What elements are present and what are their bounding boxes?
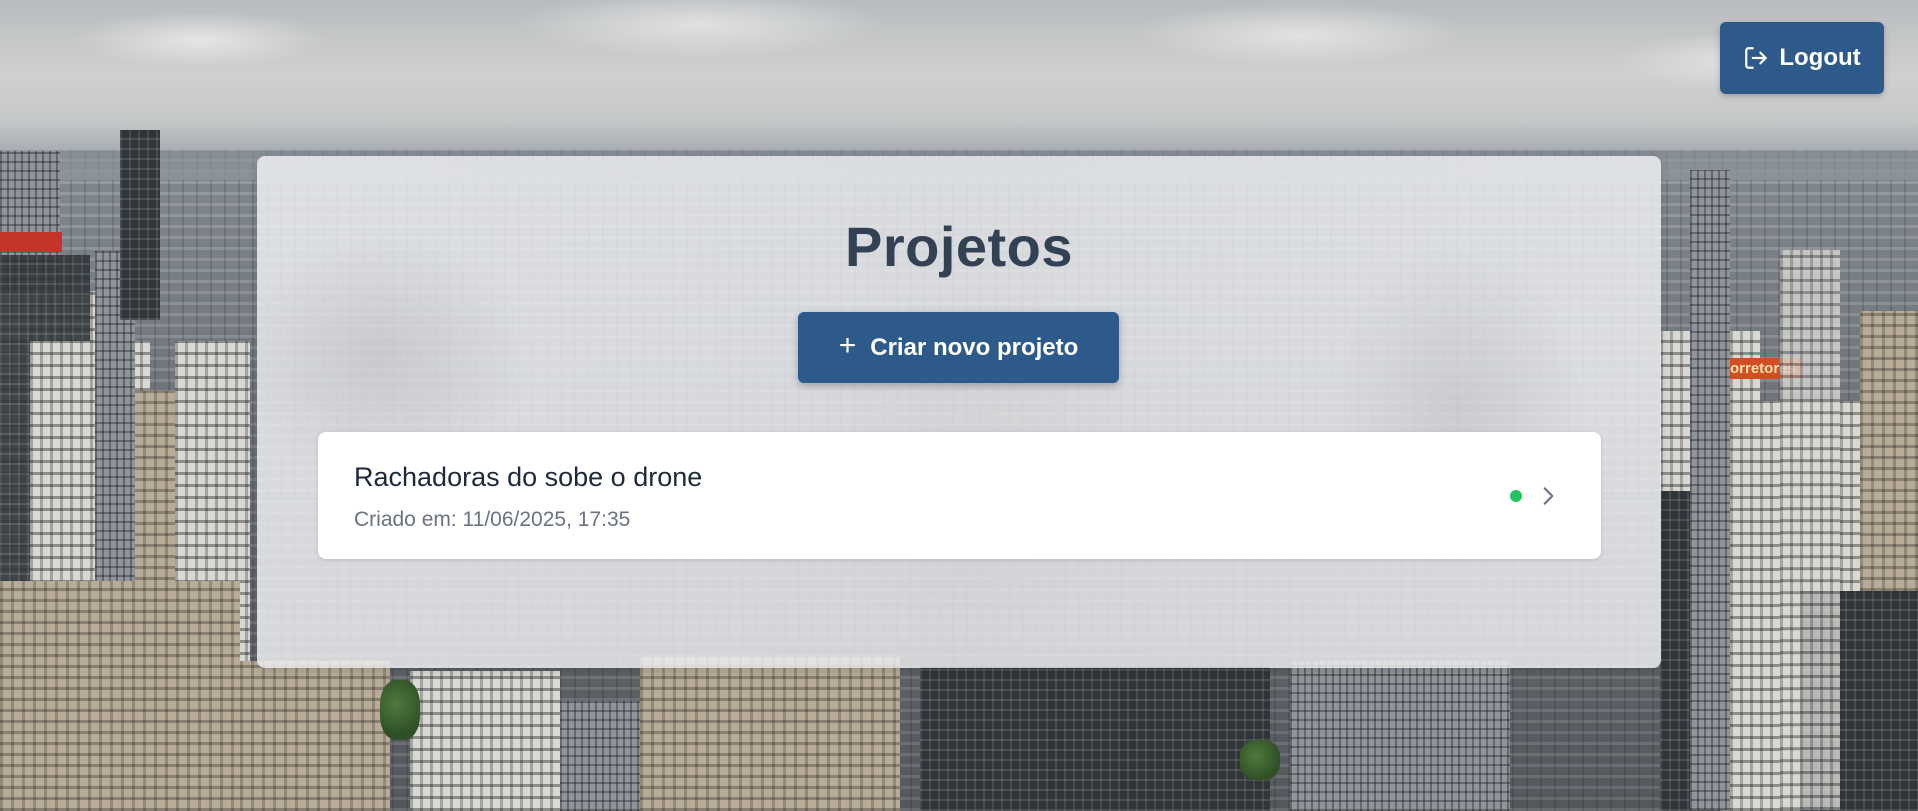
chevron-right-icon	[1543, 487, 1554, 505]
logout-label: Logout	[1779, 44, 1861, 71]
page-title: Projetos	[844, 215, 1074, 278]
logout-icon	[1745, 47, 1768, 69]
create-project-button[interactable]: + Criar novo projeto	[798, 312, 1119, 383]
project-list: Rachadoras do sobe o drone Criado em: 11…	[318, 432, 1601, 559]
create-project-label: Criar novo projeto	[870, 333, 1079, 361]
status-indicator	[1510, 490, 1522, 502]
page: orretores Logout Projetos + Criar novo p…	[0, 0, 1918, 811]
plus-icon: +	[838, 329, 857, 362]
project-list-item[interactable]: Rachadoras do sobe o drone Criado em: 11…	[318, 432, 1601, 559]
projects-card: Projetos + Criar novo projeto Rachadoras…	[257, 156, 1661, 668]
project-created-date: Criado em: 11/06/2025, 17:35	[354, 508, 631, 531]
project-name: Rachadoras do sobe o drone	[354, 462, 703, 492]
logout-button[interactable]: Logout	[1720, 22, 1884, 94]
